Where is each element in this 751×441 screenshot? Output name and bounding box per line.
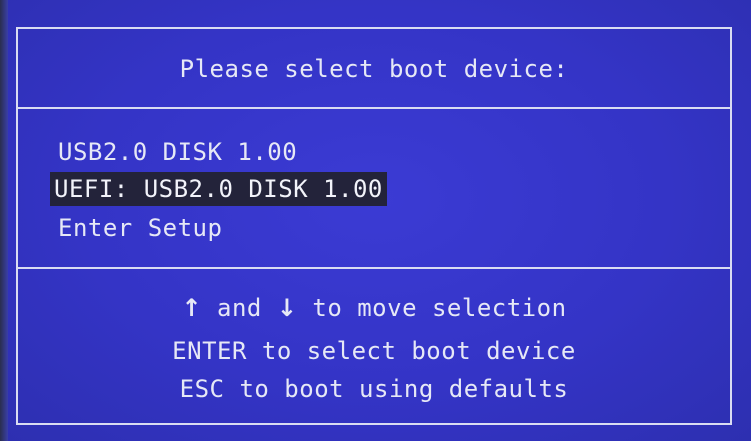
boot-menu-title: Please select boot device: [179, 55, 569, 83]
boot-option-uefi-usb-disk[interactable]: UEFI: USB2.0 DISK 1.00 [50, 172, 387, 206]
help-divider [18, 267, 730, 269]
title-divider [18, 107, 730, 109]
help-enter-select: ENTER to select boot device [172, 337, 576, 365]
boot-menu-dialog: Please select boot device: USB2.0 DISK 1… [16, 27, 732, 425]
up-arrow-icon: ↑ [181, 294, 203, 322]
bios-screen: Please select boot device: USB2.0 DISK 1… [0, 0, 751, 441]
boot-option-enter-setup[interactable]: Enter Setup [54, 211, 226, 245]
help-and-text: and [202, 294, 277, 322]
down-arrow-icon: ↓ [276, 294, 298, 322]
help-move-selection: ↑ and ↓ to move selection [18, 291, 730, 325]
monitor-bezel [0, 0, 8, 441]
help-move-text: to move selection [297, 294, 567, 322]
help-esc-defaults: ESC to boot using defaults [179, 375, 569, 403]
boot-option-usb-disk[interactable]: USB2.0 DISK 1.00 [54, 135, 301, 169]
